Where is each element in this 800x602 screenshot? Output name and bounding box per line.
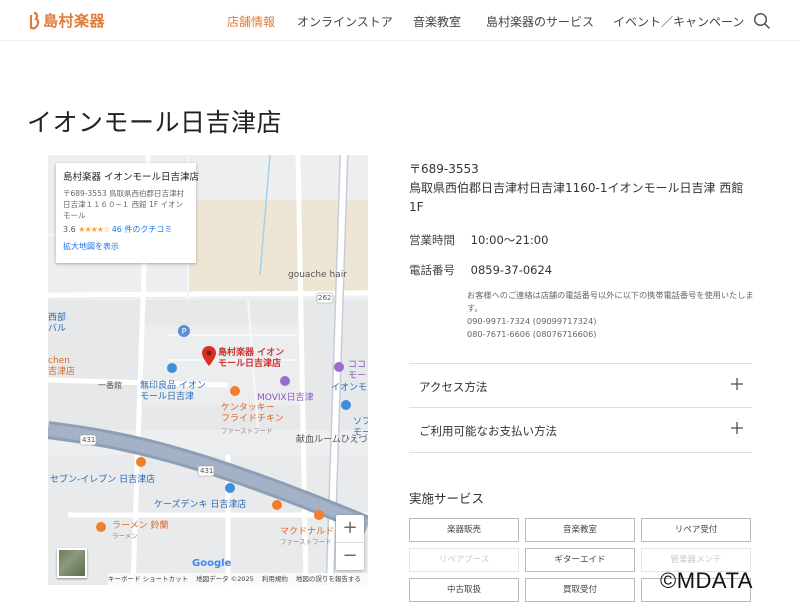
services-title: 実施サービス xyxy=(409,491,485,506)
accordion-payment-label: ご利用可能なお支払い方法 xyxy=(419,424,557,438)
service-item[interactable]: 音楽教室 xyxy=(525,518,635,542)
map-enlarge-link[interactable]: 拡大地図を表示 xyxy=(63,241,189,252)
service-item[interactable]: リペア受付 xyxy=(641,518,751,542)
map-route-431a: 431 xyxy=(82,436,96,444)
hours-row: 営業時間 10:00～21:00 xyxy=(409,232,548,248)
main-nav: 店舗情報 オンラインストア 音楽教室 島村楽器のサービス イベント／キャンペーン xyxy=(0,13,800,33)
map-footer: キーボード ショートカット 地図データ ©2025 利用規約 地図の誤りを報告す… xyxy=(108,573,368,585)
map-report-error-link[interactable]: 地図の誤りを報告する xyxy=(296,575,361,583)
map-label-kfc-sub: ファーストフード xyxy=(221,427,273,435)
mobile-notice-text: お客様へのご連絡は店舗の電話番号以外に以下の携帯電話番号を使用いたします。 xyxy=(467,290,754,313)
mobile-number-1: 090-9971-7324 (09099717324) xyxy=(467,316,597,326)
service-item[interactable]: 楽器販売 xyxy=(409,518,519,542)
mobile-number-2: 080-7671-6606 (08076716606) xyxy=(467,329,597,339)
map-label-mac-sub: ファーストフード xyxy=(280,538,332,546)
map-label-kfc: ケンタッキー フライドチキン xyxy=(221,403,284,424)
rating-stars-icon: ★★★★☆ xyxy=(78,225,110,234)
nav-services[interactable]: 島村楽器のサービス xyxy=(486,13,594,30)
map-label-aeonmo: イオンモ xyxy=(331,383,368,393)
page-title: イオンモール日吉津店 xyxy=(27,107,283,137)
search-icon[interactable] xyxy=(753,12,771,30)
nav-store-info[interactable]: 店舗情報 xyxy=(227,13,275,30)
accordion-divider xyxy=(409,452,752,453)
map-reviews-link[interactable]: 46 件のクチコミ xyxy=(112,225,173,234)
map-keyboard-shortcuts-link[interactable]: キーボード ショートカット xyxy=(108,575,188,583)
store-address: 鳥取県西伯郡日吉津村日吉津1160-1イオンモール日吉津 西館1F xyxy=(409,181,744,214)
map-rating-value: 3.6 xyxy=(63,225,76,234)
map-info-title: 島村楽器 イオンモール日吉津店 xyxy=(63,172,200,183)
service-item[interactable]: 中古取扱 xyxy=(409,578,519,602)
map-label-ichiban: 一番館 xyxy=(98,381,122,390)
site-header: 島村楽器 店舗情報 オンラインストア 音楽教室 島村楽器のサービス イベント／キ… xyxy=(0,0,800,41)
map-info-address: 〒689-3553 鳥取県西伯郡日吉津村日吉津１１６０−１ 西館 1F イオンモ… xyxy=(63,189,184,220)
map-label-ks: ケーズデンキ 日吉津店 xyxy=(154,500,247,510)
store-location-pin-icon[interactable] xyxy=(202,346,216,366)
google-logo: Google xyxy=(192,558,232,569)
map-terms-link[interactable]: 利用規約 xyxy=(262,575,288,583)
nav-events[interactable]: イベント／キャンペーン xyxy=(613,13,744,30)
map-route-431b: 431 xyxy=(200,467,214,475)
map-label-store: 島村楽器 イオン モール日吉津店 xyxy=(218,348,285,369)
store-info: 〒689-3553 鳥取県西伯郡日吉津村日吉津1160-1イオンモール日吉津 西… xyxy=(409,160,754,339)
mobile-notice: お客様へのご連絡は店舗の電話番号以外に以下の携帯電話番号を使用いたします。 09… xyxy=(467,289,757,341)
map-label-nishi: 西部 バル xyxy=(48,313,67,334)
service-item-disabled: リペアブース xyxy=(409,548,519,572)
map-label-ramen-sub: ラーメン xyxy=(112,532,138,540)
accordion-payment[interactable]: ご利用可能なお支払い方法 xyxy=(409,407,752,452)
map-route-262: 262 xyxy=(318,294,332,302)
map-label-muji: 無印良品 イオン モール日吉津 xyxy=(140,381,206,402)
plus-icon xyxy=(731,378,743,390)
phone-label: 電話番号 xyxy=(409,263,455,277)
phone-row: 電話番号 0859-37-0624 xyxy=(409,262,552,278)
watermark: ©MDATA xyxy=(660,568,753,593)
nav-online-store[interactable]: オンラインストア xyxy=(297,13,393,30)
map-info-rating-row: 3.6 ★★★★☆ 46 件のクチコミ xyxy=(63,224,189,235)
zoom-out-button[interactable]: − xyxy=(336,543,364,570)
map-label-kitchen: chen 吉津店 xyxy=(48,356,76,377)
phone-value[interactable]: 0859-37-0624 xyxy=(471,263,552,277)
svg-text:P: P xyxy=(182,327,187,336)
map-info-card: 島村楽器 イオンモール日吉津店 〒689-3553 鳥取県西伯郡日吉津村日吉津１… xyxy=(56,163,200,263)
plus-icon xyxy=(731,422,743,434)
map-label-coco: ココ モー xyxy=(348,360,367,381)
accordion-access-label: アクセス方法 xyxy=(419,380,488,394)
hours-label: 営業時間 xyxy=(409,233,455,247)
accordion-access[interactable]: アクセス方法 xyxy=(409,363,752,408)
store-postal-code: 〒689-3553 xyxy=(409,162,479,176)
map-data-credit: 地図データ ©2025 xyxy=(196,575,254,583)
hours-value: 10:00～21:00 xyxy=(470,233,549,247)
map-zoom-control: + − xyxy=(336,515,364,570)
service-item[interactable]: 買取受付 xyxy=(525,578,635,602)
satellite-toggle-thumbnail[interactable] xyxy=(57,548,87,578)
map-label-seven: セブン-イレブン 日吉津店 xyxy=(50,475,156,485)
store-map[interactable]: P gouache hair 262 島村楽器 イオン モール日吉津店 無印良品… xyxy=(48,155,368,585)
map-label-sofu: ソフ モー xyxy=(353,417,368,438)
zoom-in-button[interactable]: + xyxy=(336,515,364,542)
nav-music-school[interactable]: 音楽教室 xyxy=(413,13,461,30)
service-item[interactable]: ギターエイド xyxy=(525,548,635,572)
map-label-gouache: gouache hair xyxy=(288,270,347,280)
